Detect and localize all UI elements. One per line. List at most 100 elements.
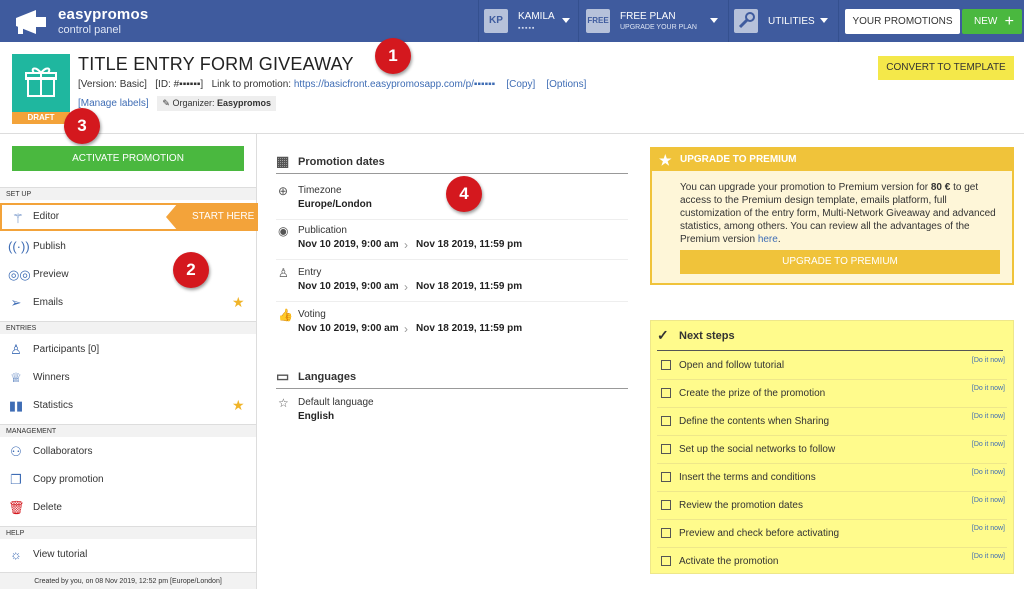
next-step-item[interactable]: Set up the social networks to follow [Do …: [657, 436, 1007, 464]
top-navigation-bar: easypromos control panel KP KAMILA ▪▪▪▪▪…: [0, 0, 1024, 42]
sidebar-item-label: Winners: [33, 372, 70, 383]
step-label: Define the contents when Sharing: [679, 416, 830, 427]
step-checkbox[interactable]: [661, 416, 671, 426]
brand-name: easypromos: [58, 6, 149, 23]
utilities-menu[interactable]: UTILITIES: [730, 0, 838, 42]
step-checkbox[interactable]: [661, 500, 671, 510]
next-step-item[interactable]: Create the prize of the promotion [Do it …: [657, 380, 1007, 408]
user-menu[interactable]: KP KAMILA ▪▪▪▪▪: [480, 0, 578, 42]
brand-subtitle: control panel: [58, 24, 121, 36]
section-management: MANAGEMENT: [0, 424, 256, 437]
upgrade-to-premium-button[interactable]: UPGRADE TO PREMIUM: [680, 250, 1000, 274]
do-it-now-link[interactable]: [Do it now]: [972, 525, 1005, 532]
promotion-link[interactable]: https://basicfront.easypromosapp.com/p/▪…: [294, 79, 495, 90]
entry-row[interactable]: ♙ Entry Nov 10 2019, 9:00 am › Nov 18 20…: [276, 262, 628, 302]
default-language-value: English: [298, 411, 335, 422]
premium-text-part: .: [777, 234, 781, 245]
version-text: [Version: Basic]: [78, 79, 147, 90]
premium-here-link[interactable]: here: [758, 234, 778, 245]
step-label: Activate the promotion: [679, 556, 779, 567]
sidebar-item-copy-promotion[interactable]: ❐ Copy promotion: [0, 466, 256, 494]
do-it-now-link[interactable]: [Do it now]: [972, 469, 1005, 476]
chevron-right-icon: ›: [404, 280, 408, 294]
activate-promotion-button[interactable]: ACTIVATE PROMOTION: [12, 146, 244, 171]
step-label: Preview and check before activating: [679, 528, 840, 539]
next-step-item[interactable]: Activate the promotion [Do it now]: [657, 548, 1007, 576]
convert-to-template-button[interactable]: CONVERT TO TEMPLATE: [878, 56, 1014, 80]
sidebar-item-label: Participants [0]: [33, 344, 100, 355]
step-checkbox[interactable]: [661, 388, 671, 398]
entry-start: Nov 10 2019, 9:00 am: [298, 281, 399, 292]
section-help: HELP: [0, 526, 256, 539]
page-title: TITLE ENTRY FORM GIVEAWAY: [78, 54, 354, 74]
chevron-down-icon: [820, 18, 828, 23]
plan-menu[interactable]: FREE FREE PLAN UPGRADE YOUR PLAN: [582, 0, 726, 42]
your-promotions-button[interactable]: YOUR PROMOTIONS: [845, 9, 960, 34]
do-it-now-link[interactable]: [Do it now]: [972, 497, 1005, 504]
next-step-item[interactable]: Define the contents when Sharing [Do it n…: [657, 408, 1007, 436]
options-link[interactable]: [Options]: [546, 79, 586, 90]
user-icon: ♙: [10, 342, 22, 357]
do-it-now-link[interactable]: [Do it now]: [972, 441, 1005, 448]
sidebar-item-preview[interactable]: ◎◎ Preview: [0, 261, 256, 289]
voting-end: Nov 18 2019, 11:59 pm: [416, 323, 523, 334]
next-step-item[interactable]: Review the promotion dates [Do it now]: [657, 492, 1007, 520]
status-badge: DRAFT: [12, 112, 70, 124]
copy-link[interactable]: [Copy]: [506, 79, 535, 90]
globe-icon: ⊕: [278, 184, 289, 198]
next-step-item[interactable]: Insert the terms and conditions [Do it no…: [657, 464, 1007, 492]
sidebar-item-editor[interactable]: ⚚ Editor START HERE: [0, 203, 258, 231]
step-checkbox[interactable]: [661, 528, 671, 538]
do-it-now-link[interactable]: [Do it now]: [972, 385, 1005, 392]
voting-row[interactable]: 👍 Voting Nov 10 2019, 9:00 am › Nov 18 2…: [276, 304, 628, 344]
new-label: NEW: [974, 16, 998, 27]
promotion-meta: [Version: Basic] [ID: #▪▪▪▪▪▪] Link to p…: [78, 79, 586, 90]
upgrade-plan-link: UPGRADE YOUR PLAN: [620, 24, 697, 31]
next-step-item[interactable]: Preview and check before activating [Do i…: [657, 520, 1007, 548]
section-title-text: Promotion dates: [298, 156, 385, 168]
premium-description: You can upgrade your promotion to Premiu…: [680, 181, 1000, 246]
publication-end: Nov 18 2019, 11:59 pm: [416, 239, 523, 250]
checkmark-icon: ✓: [657, 327, 669, 343]
chevron-right-icon: ›: [404, 238, 408, 252]
sidebar-item-participants[interactable]: ♙ Participants [0]: [0, 336, 256, 364]
annotation-marker-1: 1: [375, 38, 411, 74]
sidebar-item-label: Emails: [33, 297, 64, 308]
do-it-now-link[interactable]: [Do it now]: [972, 413, 1005, 420]
sidebar-item-delete[interactable]: 🗑 Delete: [0, 494, 256, 522]
gift-icon: [12, 54, 70, 112]
broadcast-icon: ((·)): [8, 239, 30, 254]
sidebar-item-publish[interactable]: ((·)) Publish: [0, 233, 256, 261]
lightbulb-icon: ☼: [10, 547, 22, 562]
next-step-item[interactable]: Open and follow tutorial [Do it now]: [657, 352, 1007, 380]
step-checkbox[interactable]: [661, 360, 671, 370]
user-avatar: KP: [484, 9, 508, 33]
promotion-id: [ID: #▪▪▪▪▪▪]: [155, 79, 204, 90]
step-label: Open and follow tutorial: [679, 360, 785, 371]
user-name: KAMILA: [518, 11, 555, 22]
utilities-label: UTILITIES: [768, 16, 815, 27]
step-checkbox[interactable]: [661, 556, 671, 566]
default-language-label: Default language: [298, 397, 374, 408]
created-by-footer: Created by you, on 08 Nov 2019, 12:52 pm…: [0, 572, 256, 589]
manage-labels-link[interactable]: [Manage labels]: [78, 98, 149, 109]
sidebar-item-statistics[interactable]: ▮▮ Statistics ★: [0, 392, 256, 420]
sidebar-item-collaborators[interactable]: ⚇ Collaborators: [0, 438, 256, 466]
step-checkbox[interactable]: [661, 444, 671, 454]
timezone-row[interactable]: ⊕ Timezone Europe/London: [276, 180, 628, 220]
sidebar-item-label: Preview: [33, 269, 69, 280]
step-label: Insert the terms and conditions: [679, 472, 816, 483]
default-language-row[interactable]: ☆ Default language English: [276, 392, 628, 432]
new-promotion-button[interactable]: NEW +: [962, 9, 1022, 34]
sidebar-item-view-tutorial[interactable]: ☼ View tutorial: [0, 541, 256, 569]
publication-row[interactable]: ◉ Publication Nov 10 2019, 9:00 am › Nov…: [276, 220, 628, 260]
step-checkbox[interactable]: [661, 472, 671, 482]
upgrade-premium-box: ★ UPGRADE TO PREMIUM You can upgrade you…: [650, 147, 1014, 285]
sidebar-item-emails[interactable]: ➢ Emails ★: [0, 289, 256, 317]
step-label: Set up the social networks to follow: [679, 444, 836, 455]
sidebar-item-label: View tutorial: [33, 549, 88, 560]
do-it-now-link[interactable]: [Do it now]: [972, 553, 1005, 560]
promotion-header: DRAFT TITLE ENTRY FORM GIVEAWAY [Version…: [0, 42, 1024, 134]
do-it-now-link[interactable]: [Do it now]: [972, 357, 1005, 364]
sidebar-item-winners[interactable]: ♕ Winners: [0, 364, 256, 392]
